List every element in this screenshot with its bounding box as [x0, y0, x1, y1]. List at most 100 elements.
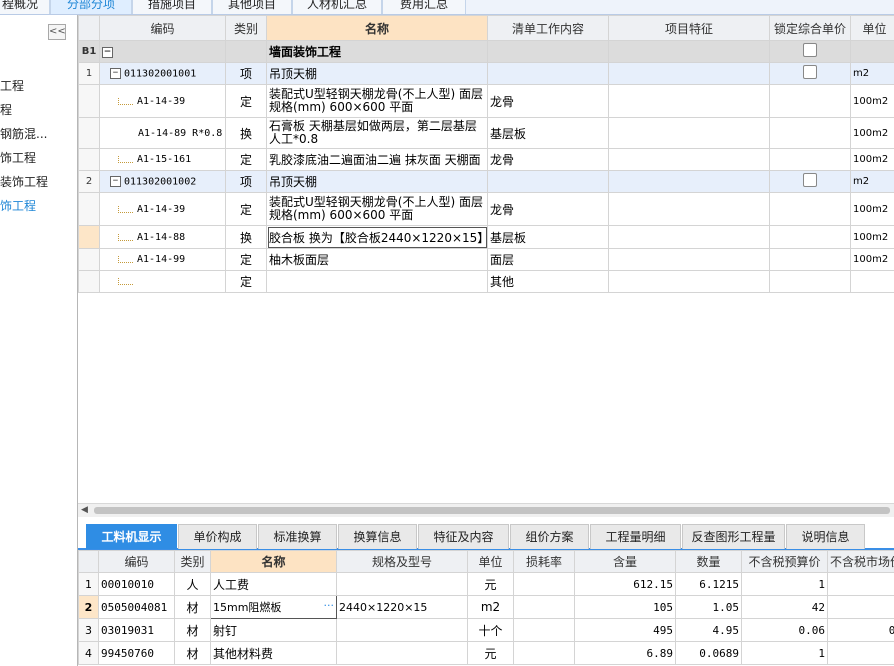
tab-quantity-details[interactable]: 工程量明细 — [590, 524, 681, 549]
quota-unit[interactable] — [850, 270, 894, 293]
quota-name[interactable] — [266, 270, 488, 293]
quota-name[interactable]: 石膏板 天棚基层如做两层，第二层基层人工*0.8 — [266, 117, 488, 149]
resource-unit[interactable]: 元 — [467, 641, 514, 665]
tab-pricing-scheme[interactable]: 组价方案 — [510, 524, 589, 549]
resource-code[interactable]: 00010010 — [98, 572, 175, 596]
quota-unit[interactable]: 100m2 — [850, 84, 894, 118]
item-name[interactable]: 吊顶天棚 — [266, 170, 488, 193]
quota-code[interactable]: A1-15-161 — [99, 148, 226, 171]
resource-content[interactable]: 105 — [574, 595, 676, 619]
resource-quantity[interactable]: 6.1215 — [675, 572, 742, 596]
quota-work[interactable]: 基层板 — [487, 117, 609, 149]
work-content-header[interactable]: 清单工作内容 — [487, 15, 609, 41]
quota-name-editing[interactable]: 胶合板 换为【胶合板2440×1220×15】 — [266, 225, 488, 249]
tab-sections[interactable]: 分部分项 — [50, 0, 132, 14]
quota-code[interactable]: A1-14-39 — [99, 84, 226, 118]
category-header[interactable]: 类别 — [225, 15, 267, 41]
resource-quantity[interactable]: 0.0689 — [675, 641, 742, 665]
resource-name[interactable]: 人工费 — [210, 572, 337, 596]
resource-row[interactable]: 4 99450760 材 其他材料费 元 6.89 0.0689 1 — [78, 641, 894, 665]
item-feature[interactable] — [608, 62, 770, 85]
name-header[interactable]: 名称 — [266, 15, 488, 41]
item-name[interactable]: 吊顶天棚 — [266, 62, 488, 85]
quota-row[interactable]: A1-14-39 定 装配式U型轻钢天棚龙骨(不上人型) 面层规格(mm) 60… — [78, 192, 894, 226]
resource-budget-price[interactable]: 1 — [741, 641, 828, 665]
tab-project-overview[interactable]: 程概况 — [0, 0, 50, 14]
sidebar-item[interactable]: 饰工程 — [0, 149, 36, 166]
resource-loss[interactable] — [513, 618, 575, 642]
quota-feature[interactable] — [608, 248, 770, 271]
loss-rate-header[interactable]: 损耗率 — [513, 550, 575, 573]
resource-category[interactable]: 人 — [174, 572, 211, 596]
quota-feature[interactable] — [608, 84, 770, 118]
section-name[interactable]: 墙面装饰工程 — [266, 40, 488, 63]
item-category[interactable]: 项 — [225, 62, 267, 85]
resource-code[interactable]: 99450760 — [98, 641, 175, 665]
section-row[interactable]: B1 − 墙面装饰工程 — [78, 40, 894, 63]
resource-code[interactable]: 03019031 — [98, 618, 175, 642]
resource-loss[interactable] — [513, 572, 575, 596]
item-code[interactable]: −011302001001 — [99, 62, 226, 85]
lock-checkbox[interactable] — [803, 65, 817, 79]
resource-unit[interactable]: 元 — [467, 572, 514, 596]
quota-category[interactable]: 定 — [225, 84, 267, 118]
scroll-left-icon[interactable]: ◀ — [81, 505, 88, 515]
bill-item-row[interactable]: 1 −011302001001 项 吊顶天棚 m2 — [78, 62, 894, 85]
quota-code[interactable] — [99, 270, 226, 293]
sidebar-item[interactable]: 钢筋混... — [0, 125, 47, 142]
resource-quantity[interactable]: 4.95 — [675, 618, 742, 642]
bill-item-row[interactable]: 2 −011302001002 项 吊顶天棚 m2 — [78, 170, 894, 193]
tab-features-content[interactable]: 特征及内容 — [418, 524, 509, 549]
sub-name-header[interactable]: 名称 — [210, 550, 337, 573]
resource-code[interactable]: 0505004081 — [98, 595, 175, 619]
resource-unit[interactable]: 十个 — [467, 618, 514, 642]
resource-loss[interactable] — [513, 595, 575, 619]
resource-market-price[interactable] — [827, 641, 894, 665]
sidebar-item[interactable]: 装饰工程 — [0, 173, 48, 190]
resource-spec[interactable] — [336, 641, 468, 665]
item-category[interactable]: 项 — [225, 170, 267, 193]
resource-budget-price[interactable]: 42 — [741, 595, 828, 619]
lock-price-header[interactable]: 锁定综合单价 — [769, 15, 851, 41]
quota-row-selected[interactable]: A1-14-88 换 胶合板 换为【胶合板2440×1220×15】 基层板 1… — [78, 225, 894, 249]
quota-name[interactable]: 装配式U型轻钢天棚龙骨(不上人型) 面层规格(mm) 600×600 平面 — [266, 84, 488, 118]
tab-conversion-info[interactable]: 换算信息 — [338, 524, 417, 549]
spec-header[interactable]: 规格及型号 — [336, 550, 468, 573]
collapse-toggle-icon[interactable]: − — [102, 46, 113, 58]
sub-code-header[interactable]: 编码 — [98, 550, 175, 573]
sidebar-item[interactable]: 程 — [0, 101, 12, 118]
content-header[interactable]: 含量 — [574, 550, 676, 573]
quota-name[interactable]: 乳胶漆底油二遍面油二遍 抹灰面 天棚面 — [266, 148, 488, 171]
quota-row[interactable]: A1-14-99 定 柚木板面层 面层 100m2 — [78, 248, 894, 271]
resource-name[interactable]: 射钉 — [210, 618, 337, 642]
tab-unit-price-composition[interactable]: 单价构成 — [178, 524, 257, 549]
quota-feature[interactable] — [608, 148, 770, 171]
quota-code[interactable]: A1-14-99 — [99, 248, 226, 271]
resource-row[interactable]: 3 03019031 材 射钉 十个 495 4.95 0.06 0. — [78, 618, 894, 642]
feature-header[interactable]: 项目特征 — [608, 15, 770, 41]
sidebar-item[interactable]: 工程 — [0, 77, 24, 94]
quota-category[interactable]: 定 — [225, 148, 267, 171]
resource-market-price[interactable]: 0. — [827, 618, 894, 642]
quota-category[interactable]: 换 — [225, 117, 267, 149]
quota-work[interactable]: 基层板 — [487, 225, 609, 249]
quota-category[interactable]: 定 — [225, 192, 267, 226]
tab-labor-materials-display[interactable]: 工料机显示 — [86, 524, 177, 549]
resource-unit[interactable]: m2 — [467, 595, 514, 619]
tab-measures[interactable]: 措施项目 — [132, 0, 212, 14]
quota-name[interactable]: 柚木板面层 — [266, 248, 488, 271]
quota-code[interactable]: A1-14-89 R*0.8 — [99, 117, 226, 149]
tab-labor-materials-summary[interactable]: 人材机汇总 — [292, 0, 382, 14]
resource-category[interactable]: 材 — [174, 595, 211, 619]
resource-content[interactable]: 612.15 — [574, 572, 676, 596]
tab-standard-conversion[interactable]: 标准换算 — [258, 524, 337, 549]
quantity-header[interactable]: 数量 — [675, 550, 742, 573]
collapse-toggle-icon[interactable]: − — [110, 175, 121, 187]
tab-cost-summary[interactable]: 费用汇总 — [382, 0, 466, 14]
quota-work[interactable]: 其他 — [487, 270, 609, 293]
quota-unit[interactable]: 100m2 — [850, 225, 894, 249]
scrollbar-thumb[interactable] — [94, 507, 890, 514]
resource-row[interactable]: 1 00010010 人 人工费 元 612.15 6.1215 1 — [78, 572, 894, 596]
tab-description[interactable]: 说明信息 — [786, 524, 865, 549]
quota-feature[interactable] — [608, 225, 770, 249]
